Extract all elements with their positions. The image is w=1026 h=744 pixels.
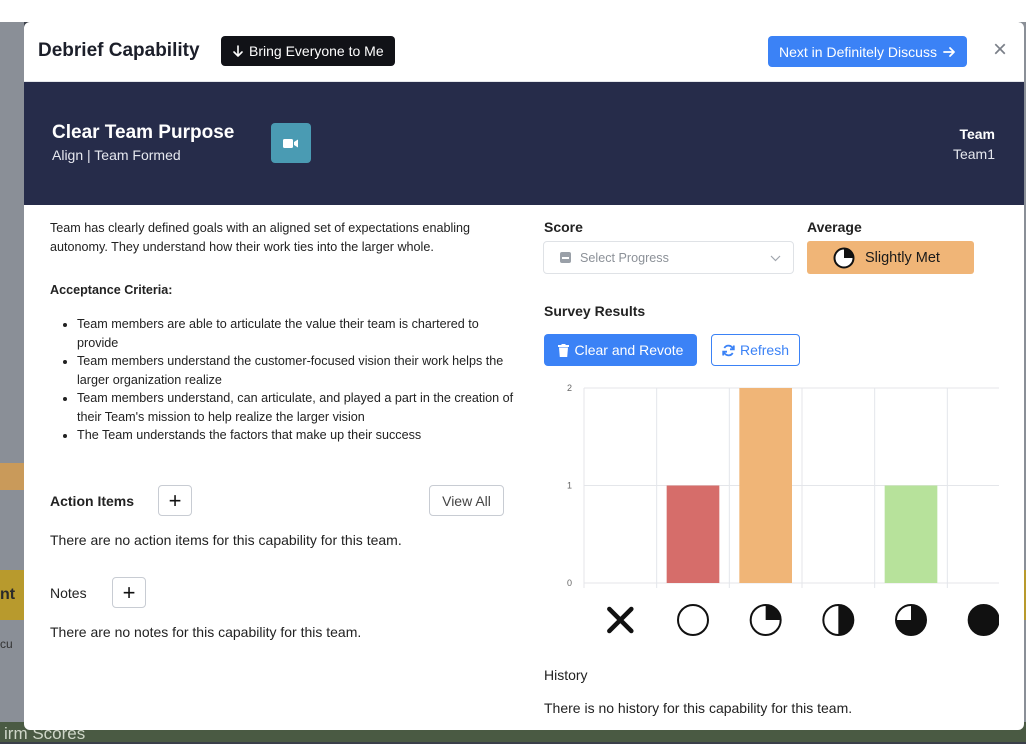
add-action-item-button[interactable]: + [158, 485, 192, 516]
video-button[interactable] [271, 123, 311, 163]
capability-description: Team has clearly defined goals with an a… [50, 221, 471, 254]
three-quarter-pie-icon [895, 604, 927, 636]
bring-everyone-button[interactable]: Bring Everyone to Me [221, 36, 395, 66]
next-in-discuss-button[interactable]: Next in Definitely Discuss [768, 36, 967, 67]
criteria-item: The Team understands the factors that ma… [77, 426, 522, 445]
survey-results-chart: 0 1 2 [567, 383, 999, 636]
clear-and-revote-label: Clear and Revote [574, 342, 684, 358]
clear-and-revote-button[interactable]: Clear and Revote [544, 334, 697, 366]
quarter-pie-icon [749, 604, 782, 636]
half-circle-icon [822, 604, 855, 636]
close-icon[interactable]: × [993, 38, 1007, 62]
arrow-down-icon [233, 44, 243, 57]
average-label: Average [807, 219, 862, 235]
refresh-button[interactable]: Refresh [711, 334, 800, 366]
bar [666, 485, 720, 583]
capability-name: Clear Team Purpose [52, 122, 235, 143]
bar [884, 485, 938, 583]
full-circle-icon [967, 604, 999, 636]
history-empty: There is no history for this capability … [544, 700, 853, 716]
acceptance-criteria-list: Team members are able to articulate the … [64, 315, 522, 445]
history-title: History [544, 667, 588, 683]
team-value: Team1 [952, 146, 995, 162]
y-tick-label: 2 [567, 383, 572, 393]
debrief-modal: Debrief Capability Bring Everyone to Me … [24, 22, 1024, 730]
modal-header: Debrief Capability Bring Everyone to Me … [24, 22, 1024, 82]
refresh-icon [722, 344, 735, 356]
bar [739, 388, 792, 583]
empty-circle-icon [677, 604, 709, 636]
trash-icon [557, 343, 569, 357]
backdrop-left-text-small: cu [0, 637, 13, 651]
arrow-right-icon [943, 46, 955, 57]
action-items-empty: There are no action items for this capab… [50, 532, 402, 548]
y-tick-label: 0 [567, 578, 572, 588]
add-note-button[interactable]: + [112, 577, 146, 608]
criteria-item: Team members understand, can articulate,… [77, 389, 522, 426]
backdrop-orange-block [0, 463, 24, 490]
criteria-item: Team members understand the customer-foc… [77, 352, 522, 389]
notes-empty: There are no notes for this capability f… [50, 624, 362, 640]
score-select-placeholder: Select Progress [580, 250, 669, 265]
x-icon [607, 606, 634, 634]
acceptance-criteria-title: Acceptance Criteria: [50, 283, 173, 297]
capability-banner: Clear Team Purpose Align | Team Formed T… [24, 82, 1024, 205]
bring-everyone-label: Bring Everyone to Me [249, 43, 384, 59]
average-badge: Slightly Met [807, 241, 974, 274]
criteria-item: Team members are able to articulate the … [77, 315, 522, 352]
average-value: Slightly Met [865, 249, 940, 266]
minus-square-icon [560, 252, 571, 263]
chevron-down-icon [770, 255, 781, 262]
backdrop-top [0, 0, 1026, 22]
action-items-title: Action Items [50, 493, 135, 509]
team-label: Team [959, 126, 995, 142]
score-select[interactable]: Select Progress [543, 241, 794, 274]
survey-results-title: Survey Results [544, 303, 646, 319]
notes-title: Notes [50, 585, 87, 601]
quarter-pie-icon [833, 247, 855, 268]
score-label: Score [544, 219, 583, 235]
video-camera-icon [283, 138, 298, 148]
next-in-discuss-label: Next in Definitely Discuss [779, 43, 937, 60]
backdrop-left-text: nt [0, 586, 16, 603]
refresh-label: Refresh [739, 342, 790, 358]
modal-title: Debrief Capability [38, 40, 200, 61]
y-tick-label: 1 [567, 481, 572, 491]
capability-subtitle: Align | Team Formed [52, 147, 181, 163]
view-all-button[interactable]: View All [429, 485, 504, 516]
